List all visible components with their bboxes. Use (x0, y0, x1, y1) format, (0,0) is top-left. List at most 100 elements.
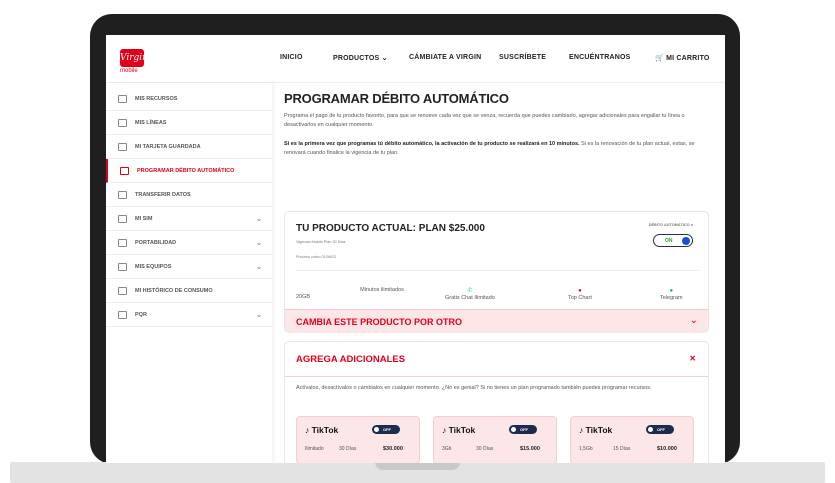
sidebar-item-debito[interactable]: PROGRAMAR DÉBITO AUTOMÁTICO (106, 159, 272, 183)
tiktok-logo: ♪ TikTok (442, 425, 475, 435)
chevron-down-icon: ⌄ (256, 264, 262, 271)
addon-toggle[interactable]: OFF (509, 425, 537, 434)
sidebar-item-label: MIS LÍNEAS (135, 119, 167, 126)
nav-inicio[interactable]: INICIO (280, 54, 303, 61)
sidebar-item-tarjeta[interactable]: MI TARJETA GUARDADA (106, 135, 272, 159)
devices-icon (118, 262, 127, 271)
addon-card[interactable]: ♪ TikTok OFF 3Gb 30 Días $15.000 (433, 416, 557, 463)
page-title: PROGRAMAR DÉBITO AUTOMÁTICO (284, 91, 509, 106)
portability-icon (118, 238, 127, 247)
addon-price: $30.000 (383, 446, 403, 452)
telegram-icon: ● (669, 288, 674, 294)
sidebar-item-portabilidad[interactable]: PORTABILIDAD ⌄ (106, 231, 272, 255)
sidebar-item-label: MI TARJETA GUARDADA (135, 143, 201, 150)
feature-chat: ✆ Gratis Chat Ilimitado (445, 287, 495, 302)
sidebar-item-historico[interactable]: MI HISTÓRICO DE CONSUMO (106, 279, 272, 303)
cart-icon: 🛒 (655, 55, 664, 62)
auto-debit-toggle[interactable]: ON (653, 234, 693, 247)
card-divider (296, 270, 699, 271)
sidebar-item-label: MIS RECURSOS (135, 95, 178, 102)
history-icon (118, 286, 127, 295)
addon-card[interactable]: ♪ TikTok OFF 1,5Gb 15 Días $10.000 (570, 416, 694, 463)
feature-data: 20GB (296, 294, 310, 301)
document-icon (118, 310, 127, 319)
change-product-bar[interactable]: CAMBIA ESTE PRODUCTO POR OTRO ⌄ (285, 309, 708, 333)
addon-data: 3Gb (442, 446, 452, 452)
sim-icon (118, 214, 127, 223)
addon-price: $10.000 (657, 446, 677, 452)
nav-encuentranos[interactable]: ENCUÉNTRANOS (569, 54, 631, 61)
sidebar: MIS RECURSOS MIS LÍNEAS MI TARJETA GUARD… (106, 83, 272, 463)
addon-name: TikTok (311, 425, 339, 435)
sidebar-item-mis-recursos[interactable]: MIS RECURSOS (106, 87, 272, 111)
main-content: PROGRAMAR DÉBITO AUTOMÁTICO Programa el … (284, 83, 714, 463)
activation-note-bold: Si es la primera vez que programas tú dé… (284, 141, 580, 147)
chevron-down-icon: ⌄ (381, 55, 388, 62)
nav-productos[interactable]: PRODUCTOS ⌄ (333, 54, 388, 62)
addon-data: Ilimitado (305, 446, 324, 452)
sidebar-item-sim[interactable]: MI SIM ⌄ (106, 207, 272, 231)
sidebar-item-transferir[interactable]: TRANSFERIR DATOS (106, 183, 272, 207)
addons-title: AGREGA ADICIONALES (296, 354, 406, 365)
resources-icon (118, 94, 127, 103)
intro-text: Programa el pago de tu producto favorito… (284, 113, 685, 128)
feature-text: Minutos ilimitados (360, 287, 404, 293)
nav-cambiate[interactable]: CÁMBIATE A VIRGIN (409, 54, 481, 61)
nav-carrito[interactable]: 🛒 MI CARRITO (655, 54, 710, 62)
logo-subtitle: mobile (120, 68, 138, 74)
whatsapp-icon: ✆ (467, 288, 473, 294)
current-product-card: TU PRODUCTO ACTUAL: PLAN $25.000 Vigenci… (284, 211, 709, 333)
product-vigencia: Vigencia Mobile Plan 30 Días (296, 240, 346, 244)
addon-card[interactable]: ♪ TikTok OFF Ilimitado 30 Días $30.000 (296, 416, 420, 463)
laptop-screen: Virgin mobile INICIO PRODUCTOS ⌄ CÁMBIAT… (106, 35, 725, 463)
addons-divider (285, 376, 708, 377)
close-icon[interactable]: ✕ (689, 354, 696, 363)
tiktok-icon: ♪ (305, 425, 310, 435)
addon-days: 30 Días (476, 446, 494, 452)
sidebar-item-equipos[interactable]: MIS EQUIPOS ⌄ (106, 255, 272, 279)
tiktok-icon: ♪ (442, 425, 447, 435)
feature-top-chart: ● Top Chart (568, 287, 592, 302)
addon-data: 1,5Gb (579, 446, 593, 452)
tiktok-logo: ♪ TikTok (579, 425, 612, 435)
sidebar-item-label: PORTABILIDAD (135, 239, 177, 246)
addon-name: TikTok (448, 425, 476, 435)
activation-note: Si es la primera vez que programas tú dé… (284, 140, 709, 157)
chevron-down-icon: ⌄ (256, 312, 262, 319)
sidebar-item-label: MIS EQUIPOS (135, 263, 172, 270)
addon-toggle[interactable]: OFF (372, 425, 400, 434)
sidebar-item-label: MI HISTÓRICO DE CONSUMO (135, 287, 213, 294)
nav-carrito-label: MI CARRITO (666, 55, 710, 62)
feature-text: Top Chart (568, 295, 592, 301)
addon-name: TikTok (585, 425, 613, 435)
addons-card: AGREGA ADICIONALES ✕ Actívalos, desactív… (284, 341, 709, 463)
chevron-down-icon: ⌄ (689, 315, 698, 326)
top-navigation: Virgin mobile INICIO PRODUCTOS ⌄ CÁMBIAT… (106, 35, 725, 83)
feature-text: Gratis Chat Ilimitado (445, 295, 495, 301)
product-next-charge: Próximo cobro 01/06/22 (296, 255, 337, 259)
card-icon (120, 166, 129, 175)
addon-price: $15.000 (520, 446, 540, 452)
feature-minutes: Minutos ilimitados (353, 287, 411, 294)
phone-icon (118, 118, 127, 127)
transfer-icon (118, 190, 127, 199)
virgin-mobile-logo[interactable]: Virgin mobile (120, 49, 150, 75)
feature-text: 20GB (296, 294, 311, 300)
addon-days: 15 Días (613, 446, 631, 452)
sidebar-item-label: PQR (135, 311, 147, 318)
debit-label-text: DÉBITO AUTOMÁTICO (648, 223, 690, 227)
logo-badge: Virgin (120, 49, 148, 67)
laptop-notch (375, 462, 460, 470)
card-icon (118, 142, 127, 151)
nav-suscribete[interactable]: SUSCRÍBETE (499, 54, 546, 61)
sidebar-item-mis-lineas[interactable]: MIS LÍNEAS (106, 111, 272, 135)
tiktok-logo: ♪ TikTok (305, 425, 338, 435)
product-title: TU PRODUCTO ACTUAL: PLAN $25.000 (296, 223, 485, 234)
chevron-down-icon: ⌄ (256, 216, 262, 223)
addon-toggle[interactable]: OFF (646, 425, 674, 434)
debit-label: DÉBITO AUTOMÁTICO ● (649, 223, 693, 227)
change-product-label: CAMBIA ESTE PRODUCTO POR OTRO (296, 317, 463, 327)
info-icon: ● (690, 223, 693, 227)
sidebar-item-pqr[interactable]: PQR ⌄ (106, 303, 272, 327)
tiktok-icon: ♪ (579, 425, 584, 435)
